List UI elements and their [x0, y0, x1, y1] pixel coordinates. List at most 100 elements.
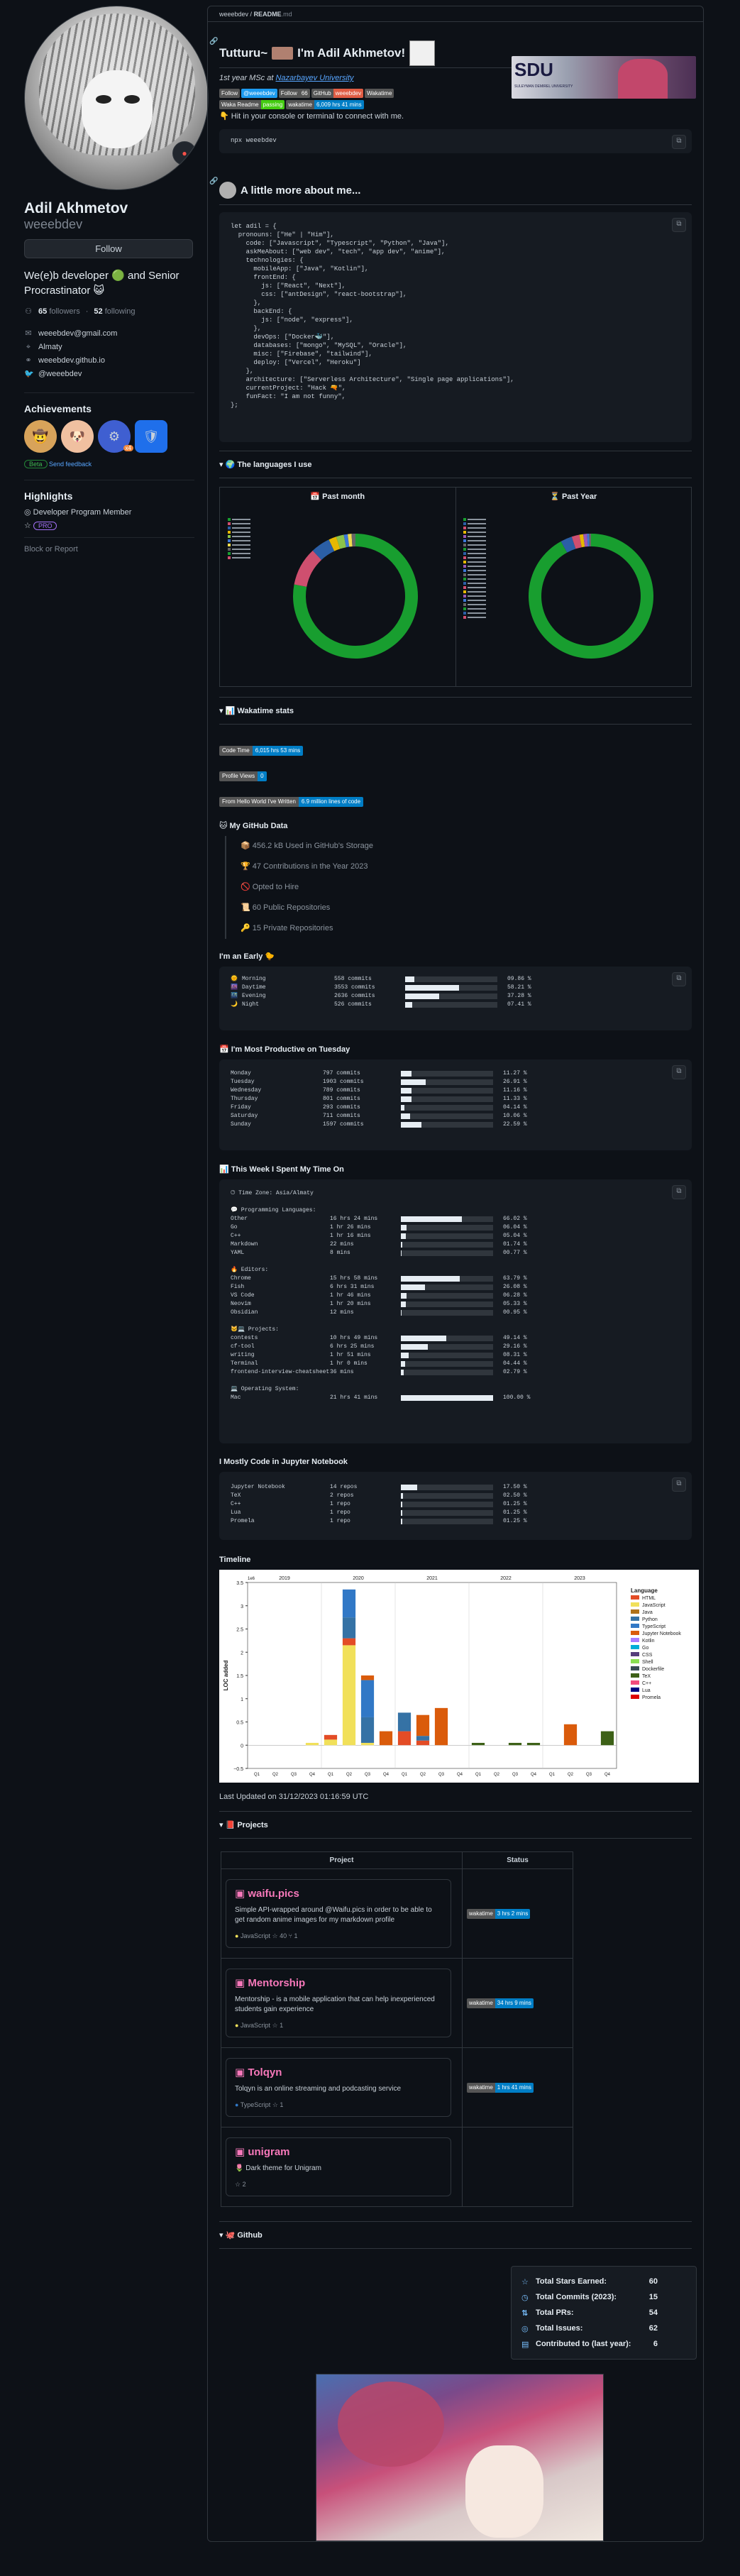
stat-row: Mac 21 hrs 41 mins 100.00 %: [231, 1394, 680, 1402]
legend-swatch: [631, 1624, 639, 1628]
readme-badge[interactable]: Follow 66: [278, 89, 310, 98]
email-link[interactable]: weeebdev@gmail.com: [38, 327, 117, 341]
readme-badge[interactable]: Follow: [219, 89, 241, 98]
stat-bar: [401, 1370, 493, 1375]
quarter-label: Q1: [328, 1773, 334, 1777]
week-group-heading: 🐱‍💻 Projects:: [231, 1326, 279, 1333]
code-time-badge: Code Time 6,015 hrs 53 mins: [219, 742, 692, 760]
legend-swatch: [463, 595, 467, 598]
anchor-link-icon[interactable]: 🔗: [209, 38, 218, 45]
send-feedback-link[interactable]: Send feedback: [49, 461, 92, 468]
wakatime-badge[interactable]: wakatime 3 hrs 2 mins: [467, 1908, 531, 1919]
early-code-block: 🌞 Morning 558 commits 09.86 % 🌆 Daytime 3553 c…: [219, 967, 692, 1030]
legend-label: Promela: [642, 1695, 661, 1700]
stat-percent: 22.59 %: [503, 1121, 527, 1128]
quarter-label: Q3: [512, 1773, 519, 1777]
legend-text-line: [231, 544, 250, 546]
about-code-block: let adil = { pronouns: ["He" | "Him"], c…: [219, 212, 692, 442]
following-link[interactable]: 52 following: [94, 305, 135, 319]
past-month-cell: 📅 Past month: [220, 488, 456, 686]
copy-icon[interactable]: ⧉: [672, 1477, 686, 1492]
past-month-donut: [227, 518, 418, 659]
achievement-badge-1[interactable]: 🤠: [24, 420, 57, 453]
stat-bar: [401, 1336, 493, 1341]
project-row: ▣ Mentorship Mentorship - is a mobile app…: [221, 1958, 573, 2048]
readme-badge[interactable]: Waka Readme passing: [219, 100, 285, 109]
followers-link[interactable]: 65 followers: [38, 305, 80, 319]
projects-summary[interactable]: ▾ 📕 Projects: [219, 1820, 692, 1829]
copy-icon[interactable]: ⧉: [672, 135, 686, 149]
badge-label: Wakatime: [365, 89, 394, 98]
readme-badge[interactable]: Wakatime: [365, 89, 394, 98]
status-emoji-button[interactable]: ●: [172, 141, 197, 165]
timeline-bar: [563, 1724, 578, 1746]
block-report-link[interactable]: Block or Report: [24, 537, 194, 554]
legend-swatch: [463, 607, 467, 610]
copy-icon[interactable]: ⧉: [672, 1185, 686, 1199]
wakatime-summary[interactable]: ▾ 📊 Wakatime stats: [219, 706, 692, 715]
copy-icon[interactable]: ⧉: [672, 1065, 686, 1079]
repo-card[interactable]: ▣ Tolqyn Tolqyn is an online streaming an…: [226, 2058, 451, 2117]
achievement-badge-2[interactable]: 🐶: [61, 420, 94, 453]
timeline-bar: [342, 1638, 356, 1646]
timeline-bar: [471, 1742, 485, 1746]
star-outline-icon: ☆: [24, 522, 31, 530]
intro-section: 🔗 Tutturu~ I'm Adil Akhmetov! 1st year M…: [209, 31, 696, 109]
stat-bar: [401, 1242, 493, 1248]
stat-count: 797 commits: [323, 1070, 360, 1077]
avatar: ●: [24, 6, 209, 190]
twitter-link[interactable]: @weeebdev: [38, 368, 82, 381]
achievement-badge-3[interactable]: ⚙ x4: [98, 420, 133, 453]
y-tick-label: −0.5: [233, 1767, 243, 1772]
stat-bar-fill: [401, 1353, 409, 1358]
badge-row: Follow @weeebdev Follow 66 GitHub weeebdev Wak…: [219, 87, 411, 109]
breadcrumb-user[interactable]: weeebdev: [219, 11, 248, 18]
github-summary[interactable]: ▾ 🐙 Github: [219, 2230, 692, 2240]
week-rows: 💬 Programming Languages: Other 16 hrs 24 m…: [231, 1206, 680, 1402]
legend-swatch: [631, 1652, 639, 1656]
languages-summary[interactable]: ▾ 🌍 The languages I use: [219, 460, 692, 469]
legend-text-line: [468, 527, 487, 529]
repo-desc: 🌷 Dark theme for Unigram: [235, 2164, 321, 2172]
anchor-link-icon[interactable]: 🔗: [209, 177, 218, 185]
stat-name: VS Code: [231, 1292, 255, 1299]
quarter-label: Q3: [438, 1773, 445, 1777]
stat-row: Sunday 1597 commits 22.59 %: [231, 1121, 680, 1129]
code-time-value: 6,015 hrs 53 mins: [252, 746, 304, 756]
repo-card[interactable]: ▣ unigram 🌷 Dark theme for Unigram ☆ 2: [226, 2137, 451, 2196]
repo-card[interactable]: ▣ waifu.pics Simple API-wrapped around @W…: [226, 1879, 451, 1948]
readme-badge[interactable]: wakatime 6,009 hrs 41 mins: [286, 100, 364, 109]
stat-bar-fill: [405, 993, 440, 999]
stat-percent: 09.86 %: [507, 976, 531, 982]
stat-percent: 11.27 %: [503, 1070, 527, 1077]
legend-text-line: [231, 553, 250, 554]
university-link[interactable]: Nazarbayev University: [275, 74, 353, 82]
copy-icon[interactable]: ⧉: [672, 218, 686, 232]
stat-line: ▤ Contributed to (last year): 6: [521, 2336, 686, 2352]
follow-button[interactable]: Follow: [24, 239, 193, 258]
copy-icon[interactable]: ⧉: [672, 972, 686, 986]
badge-value: 6,009 hrs 41 mins: [314, 100, 364, 109]
stat-value: 6 hrs 25 mins: [330, 1343, 375, 1350]
intro-sticker: [409, 40, 436, 66]
intro-gif: [272, 47, 294, 60]
readme-badge[interactable]: GitHub weeebdev: [311, 89, 364, 98]
legend-label: Dockerfile: [642, 1667, 664, 1672]
readme-badge[interactable]: @weeebdev: [241, 89, 277, 98]
repo-card[interactable]: ▣ Mentorship Mentorship - is a mobile app…: [226, 1969, 451, 2037]
stat-percent: 04.44 %: [503, 1360, 527, 1367]
repo-meta: ● TypeScript ☆ 1: [235, 2101, 442, 2109]
stat-count: 1903 commits: [323, 1079, 364, 1085]
stat-percent: 11.33 %: [503, 1096, 527, 1102]
stat-name: Mac: [231, 1394, 241, 1401]
wakatime-badge[interactable]: wakatime 1 hrs 41 mins: [467, 2082, 534, 2093]
achievements-list: 🤠 🐶 ⚙ x4 🛡: [24, 420, 194, 453]
stat-bar-fill: [401, 1250, 402, 1256]
quarter-label: Q1: [254, 1773, 260, 1777]
legend-text-line: [468, 608, 487, 610]
wakatime-badge[interactable]: wakatime 34 hrs 9 mins: [467, 1998, 534, 2008]
website-link[interactable]: weeebdev.github.io: [38, 354, 105, 368]
early-rows: 🌞 Morning 558 commits 09.86 % 🌆 Daytime 3553 c…: [231, 975, 680, 1009]
stat-bar: [401, 1113, 493, 1119]
achievement-badge-4[interactable]: 🛡: [135, 420, 167, 453]
